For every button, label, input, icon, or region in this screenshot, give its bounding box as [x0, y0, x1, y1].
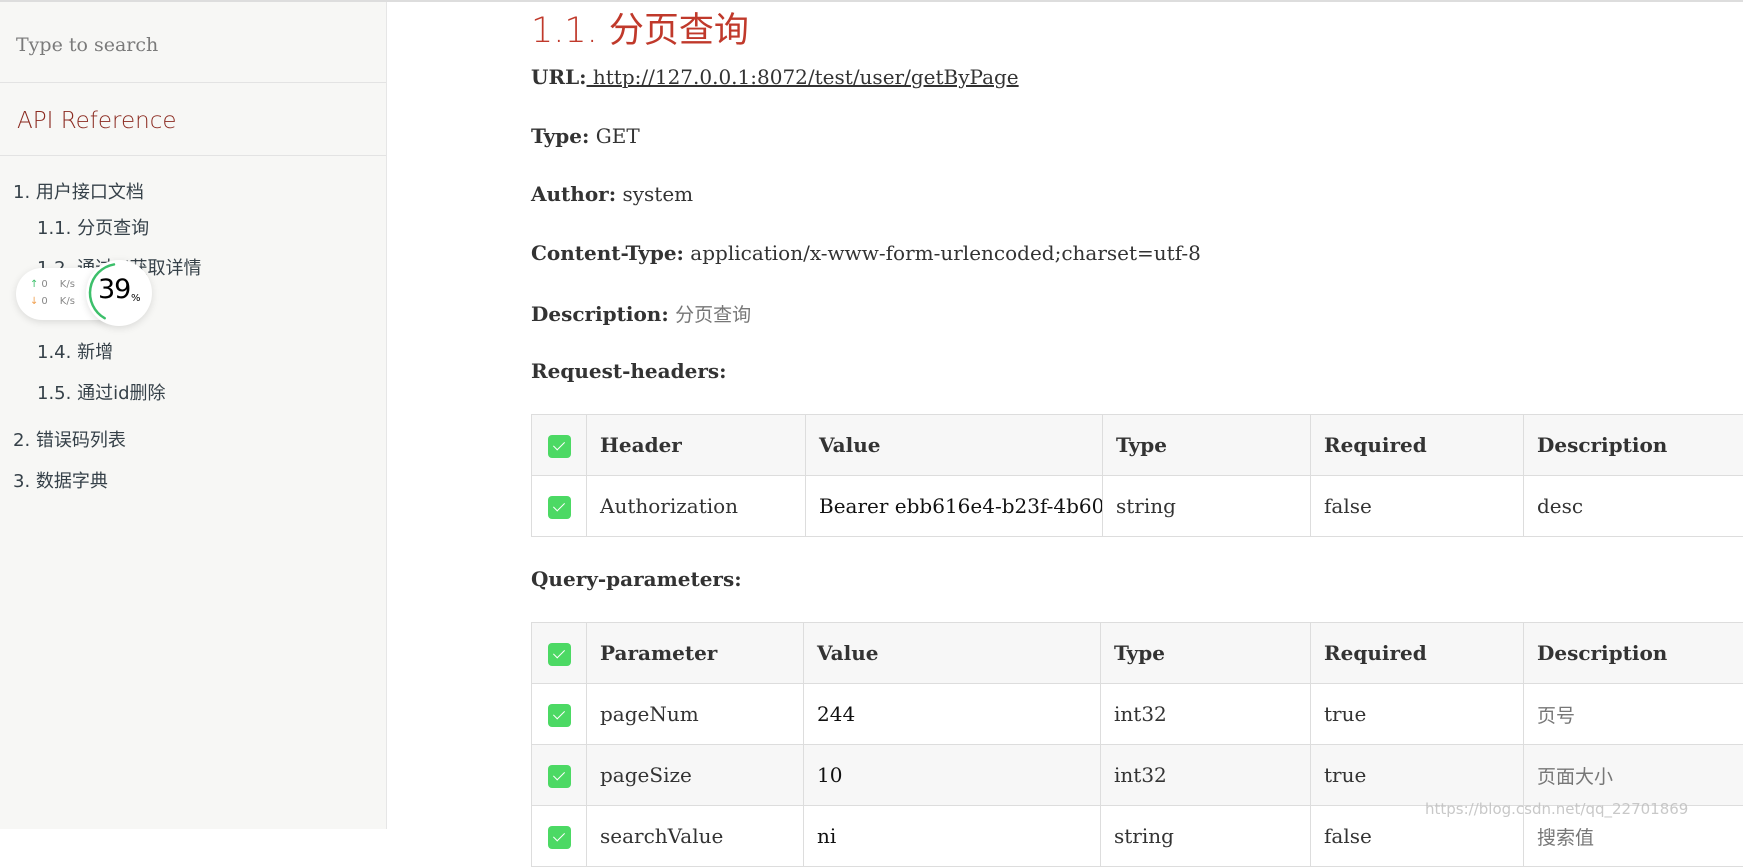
- param-required-cell: true: [1311, 684, 1524, 745]
- column-header: Header: [587, 415, 806, 476]
- param-name-cell: pageNum: [587, 684, 804, 745]
- upload-value: 0: [41, 279, 47, 290]
- param-description-cell: 页面大小: [1524, 745, 1743, 806]
- param-required-cell: true: [1311, 745, 1524, 806]
- column-header: Description: [1524, 623, 1743, 684]
- param-name-cell: searchValue: [587, 806, 804, 867]
- arrow-up-icon: ↑: [30, 279, 38, 290]
- cpu-percent-symbol: %: [131, 293, 141, 304]
- sidebar-divider: [0, 155, 386, 156]
- param-type-cell: int32: [1101, 745, 1311, 806]
- url-label: URL:: [531, 65, 587, 89]
- param-value-input[interactable]: 244: [804, 684, 1101, 745]
- param-type-cell: string: [1101, 806, 1311, 867]
- table-row: pageSize 10 int32 true 页面大小: [532, 745, 1743, 806]
- content-type-field: Content-Type: application/x-www-form-url…: [531, 241, 1201, 265]
- sidebar: API Reference 1. 用户接口文档 1.1. 分页查询 1.2. 通…: [0, 2, 387, 829]
- select-all-checkbox[interactable]: [548, 643, 571, 666]
- header-value-input[interactable]: Bearer ebb616e4-b23f-4b60-: [806, 476, 1103, 537]
- cpu-usage-gauge[interactable]: 39 %: [86, 260, 152, 326]
- nav-item-data-dictionary[interactable]: 3. 数据字典: [13, 467, 108, 493]
- header-description-cell: desc: [1524, 476, 1743, 537]
- table-header-row: Header Value Type Required Description: [532, 415, 1743, 476]
- type-label: Type:: [531, 124, 589, 148]
- query-parameters-table: Parameter Value Type Required Descriptio…: [531, 622, 1743, 867]
- url-field: URL: http://127.0.0.1:8072/test/user/get…: [531, 65, 1019, 89]
- page-title: 1.1. 分页查询: [531, 2, 749, 53]
- type-value: GET: [596, 124, 640, 148]
- column-header: Required: [1311, 623, 1524, 684]
- author-value: system: [622, 182, 693, 206]
- row-check-cell: [532, 745, 587, 806]
- watermark: https://blog.csdn.net/qq_22701869: [1425, 800, 1688, 818]
- main-content: 1.1. 分页查询 URL: http://127.0.0.1:8072/tes…: [531, 0, 1743, 829]
- description-label: Description:: [531, 302, 669, 326]
- request-headers-label: Request-headers:: [531, 359, 727, 383]
- column-header: Type: [1103, 415, 1311, 476]
- param-value-input[interactable]: 10: [804, 745, 1101, 806]
- column-header: Type: [1101, 623, 1311, 684]
- column-header: Parameter: [587, 623, 804, 684]
- upload-unit: K/s: [60, 279, 75, 290]
- row-checkbox[interactable]: [548, 704, 571, 727]
- request-headers-table: Header Value Type Required Description A…: [531, 414, 1743, 537]
- row-checkbox[interactable]: [548, 496, 571, 519]
- nav-item-add[interactable]: 1.4. 新增: [37, 338, 113, 364]
- param-value-input[interactable]: ni: [804, 806, 1101, 867]
- param-description-cell: 页号: [1524, 684, 1743, 745]
- header-required-cell: false: [1311, 476, 1524, 537]
- url-link[interactable]: http://127.0.0.1:8072/test/user/getByPag…: [587, 65, 1019, 89]
- param-type-cell: int32: [1101, 684, 1311, 745]
- description-value: 分页查询: [675, 304, 751, 326]
- author-field: Author: system: [531, 182, 693, 206]
- arrow-down-icon: ↓: [30, 296, 38, 307]
- select-all-checkbox[interactable]: [548, 435, 571, 458]
- nav-item-delete-by-id[interactable]: 1.5. 通过id删除: [37, 379, 166, 405]
- table-header-row: Parameter Value Type Required Descriptio…: [532, 623, 1743, 684]
- column-header: Description: [1524, 415, 1743, 476]
- column-header: Required: [1311, 415, 1524, 476]
- nav-item-user-api-docs[interactable]: 1. 用户接口文档: [13, 178, 144, 204]
- row-check-cell: [532, 806, 587, 867]
- row-check-cell: [532, 684, 587, 745]
- author-label: Author:: [531, 182, 616, 206]
- upload-speed: ↑0 K/s: [30, 279, 75, 290]
- search-input[interactable]: [14, 26, 378, 64]
- column-header: Value: [806, 415, 1103, 476]
- content-type-label: Content-Type:: [531, 241, 684, 265]
- download-unit: K/s: [60, 296, 75, 307]
- download-speed: ↓0 K/s: [30, 296, 75, 307]
- nav-item-paged-query[interactable]: 1.1. 分页查询: [37, 214, 149, 240]
- nav-item-error-codes[interactable]: 2. 错误码列表: [13, 426, 126, 452]
- select-all-cell: [532, 623, 587, 684]
- cpu-percent-value: 39: [98, 274, 130, 305]
- sidebar-divider: [0, 82, 386, 83]
- content-type-value: application/x-www-form-urlencoded;charse…: [690, 241, 1201, 265]
- download-value: 0: [41, 296, 47, 307]
- row-checkbox[interactable]: [548, 765, 571, 788]
- query-parameters-label: Query-parameters:: [531, 567, 742, 591]
- header-name-cell: Authorization: [587, 476, 806, 537]
- row-check-cell: [532, 476, 587, 537]
- type-field: Type: GET: [531, 124, 640, 148]
- description-field: Description: 分页查询: [531, 300, 751, 327]
- column-header: Value: [804, 623, 1101, 684]
- table-row: pageNum 244 int32 true 页号: [532, 684, 1743, 745]
- header-type-cell: string: [1103, 476, 1311, 537]
- param-name-cell: pageSize: [587, 745, 804, 806]
- api-reference-title[interactable]: API Reference: [17, 108, 177, 134]
- table-row: Authorization Bearer ebb616e4-b23f-4b60-…: [532, 476, 1743, 537]
- select-all-cell: [532, 415, 587, 476]
